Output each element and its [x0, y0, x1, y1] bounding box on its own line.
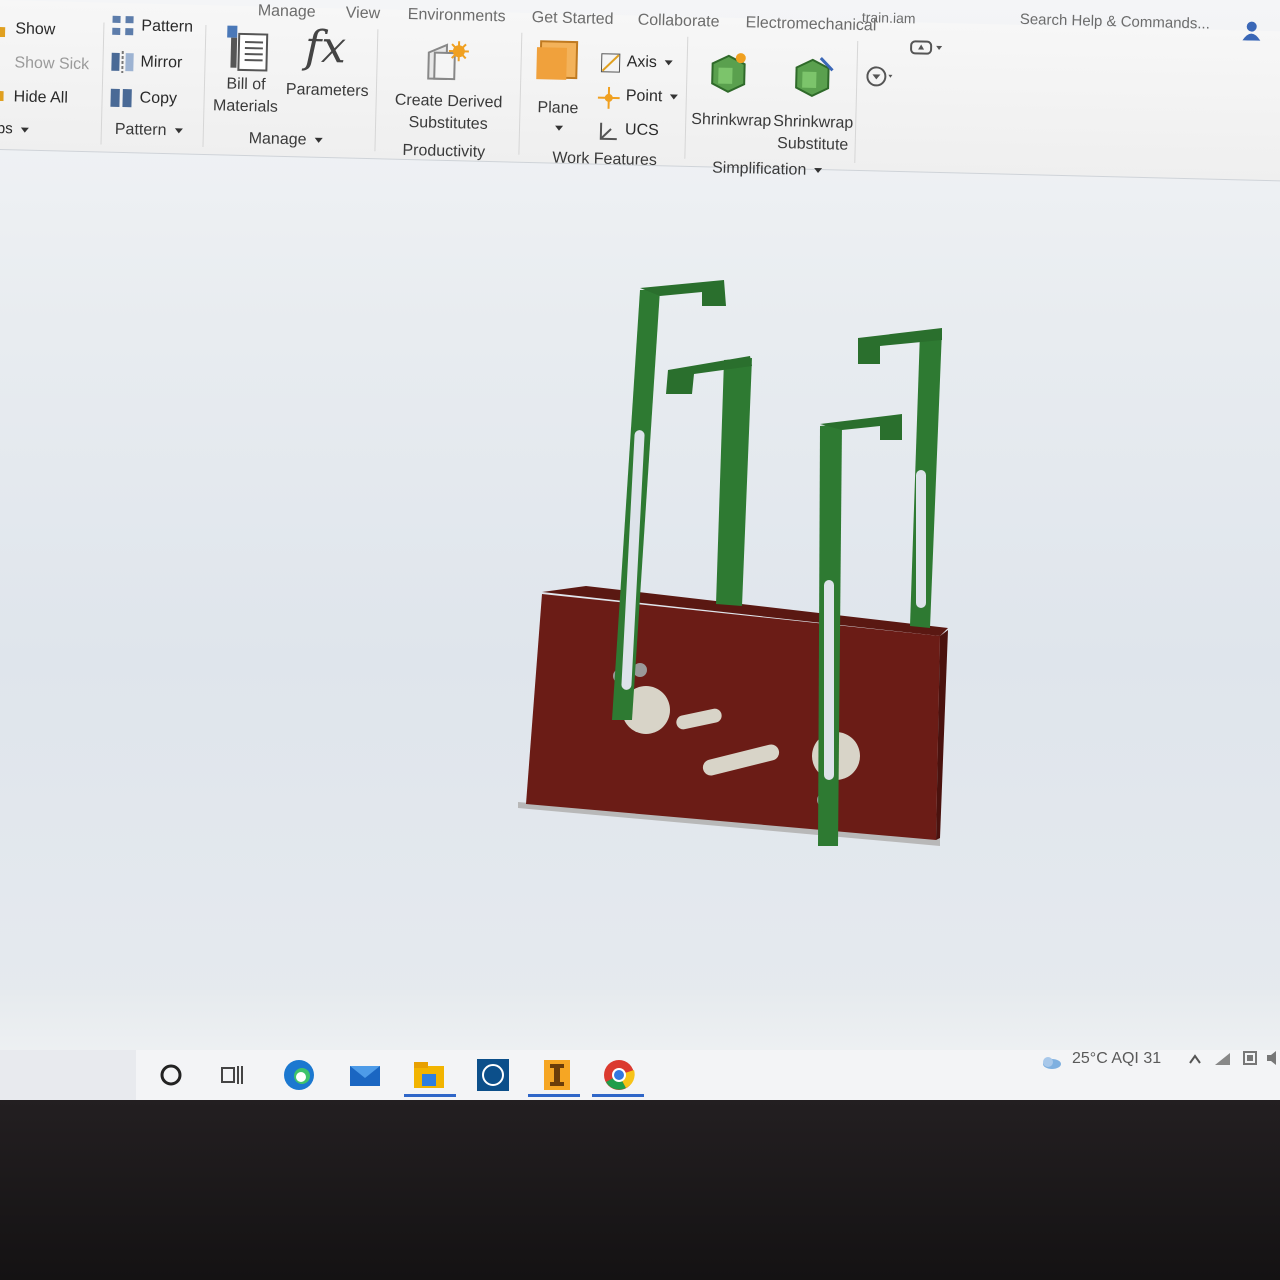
mail-icon[interactable]: [348, 1058, 382, 1092]
divider: [684, 36, 689, 159]
manage-panel-label: Manage: [248, 130, 307, 149]
chevron-down-icon: [174, 128, 183, 134]
parameters-fx-icon: fx: [304, 21, 347, 74]
show-sick-button[interactable]: Show Sick: [14, 54, 89, 74]
inventor-icon[interactable]: [540, 1058, 574, 1092]
network-icon[interactable]: [1214, 1052, 1232, 1066]
active-app-indicator: [404, 1094, 456, 1097]
active-app-indicator: [592, 1094, 644, 1097]
show-button[interactable]: Show: [15, 20, 55, 39]
tab-collaborate[interactable]: Collaborate: [637, 12, 719, 32]
taskbar-search-area[interactable]: [0, 1050, 136, 1100]
divider: [374, 29, 379, 152]
create-derived-substitutes-icon: [424, 38, 471, 85]
point-icon: [597, 86, 621, 110]
base-block: [526, 594, 940, 840]
monitor-bezel: [0, 1100, 1280, 1280]
shrinkwrap-substitute-icon: [790, 53, 837, 100]
pattern-panel-title[interactable]: Pattern: [115, 119, 183, 143]
assembly-model[interactable]: [0, 150, 1280, 990]
point-button[interactable]: Point: [626, 87, 679, 106]
tab-get-started[interactable]: Get Started: [531, 9, 614, 29]
mirror-button[interactable]: Mirror: [140, 53, 182, 72]
hide-all-button[interactable]: Hide All: [13, 88, 68, 107]
create-derived-substitutes-button[interactable]: Create Derived Substitutes: [393, 90, 504, 137]
ucs-button[interactable]: UCS: [625, 121, 659, 140]
create-derived-line1: Create Derived: [394, 91, 503, 112]
edge-icon[interactable]: [282, 1058, 316, 1092]
chevron-down-icon: [20, 127, 29, 133]
bracket-back-right: [858, 328, 942, 628]
more-options-icon[interactable]: [866, 65, 897, 88]
file-title: train.iam: [861, 9, 916, 27]
user-icon[interactable]: [1241, 20, 1261, 41]
visibility-dropdown-label: ps: [0, 119, 13, 138]
axis-icon: [600, 53, 621, 73]
show-icon: [0, 24, 6, 38]
weather-text[interactable]: 25°C AQI 31: [1072, 1050, 1161, 1068]
chevron-down-icon[interactable]: [554, 125, 564, 131]
plane-icon: [534, 37, 581, 84]
axis-label: Axis: [626, 53, 658, 72]
weather-icon[interactable]: [1040, 1054, 1062, 1070]
divider: [202, 25, 207, 148]
ucs-icon: [597, 121, 620, 144]
shrinkwrap-button[interactable]: Shrinkwrap: [691, 109, 772, 133]
divider: [854, 40, 859, 163]
monitor-screen: Manage View Environments Get Started Col…: [0, 0, 1280, 1100]
plane-button[interactable]: Plane: [537, 97, 578, 120]
dell-icon[interactable]: [476, 1058, 510, 1092]
taskbar: 25°C AQI 31: [0, 1050, 1280, 1100]
chevron-down-icon: [664, 60, 673, 66]
graphics-viewport[interactable]: [0, 150, 1280, 990]
chevron-up-icon[interactable]: [1188, 1052, 1202, 1064]
battery-icon[interactable]: [1242, 1050, 1258, 1066]
point-label: Point: [625, 87, 663, 106]
bill-of-materials-button[interactable]: Bill of Materials: [209, 73, 282, 119]
status-strip: [0, 990, 1280, 1050]
chrome-icon[interactable]: [602, 1058, 636, 1092]
shrinkwrap-sub-line1: Shrinkwrap: [773, 112, 854, 132]
pattern-button[interactable]: Pattern: [141, 17, 193, 36]
axis-button[interactable]: Axis: [626, 53, 673, 72]
task-view-icon[interactable]: [216, 1058, 250, 1092]
hide-all-icon: [0, 88, 4, 102]
parameters-button[interactable]: Parameters: [286, 79, 369, 103]
bracket-back-left: [666, 356, 752, 606]
copy-button[interactable]: Copy: [139, 89, 177, 108]
visibility-dropdown[interactable]: ps: [0, 120, 29, 138]
mirror-icon: [110, 50, 135, 74]
bom-line2: Materials: [212, 97, 279, 116]
create-derived-line2: Substitutes: [408, 114, 488, 133]
manage-panel-title[interactable]: Manage: [248, 128, 323, 152]
active-app-indicator: [528, 1094, 580, 1097]
copy-icon: [109, 87, 134, 110]
chevron-down-icon: [670, 94, 679, 100]
file-explorer-icon[interactable]: [412, 1058, 446, 1092]
bill-of-materials-icon: [224, 24, 271, 73]
search-circle-icon[interactable]: [154, 1058, 188, 1092]
pattern-icon: [111, 15, 136, 38]
tab-environments[interactable]: Environments: [408, 6, 506, 26]
search-input[interactable]: Search Help & Commands...: [1020, 11, 1210, 33]
pattern-panel-label: Pattern: [114, 120, 167, 140]
shrinkwrap-icon: [706, 49, 753, 96]
divider: [100, 22, 105, 145]
tab-electromechanical[interactable]: Electromechanical: [745, 14, 876, 35]
panel-toggle-icon[interactable]: [909, 38, 945, 57]
bom-line1: Bill of: [226, 75, 266, 94]
divider: [518, 32, 523, 155]
chevron-down-icon: [314, 137, 323, 144]
volume-icon[interactable]: [1266, 1050, 1280, 1066]
